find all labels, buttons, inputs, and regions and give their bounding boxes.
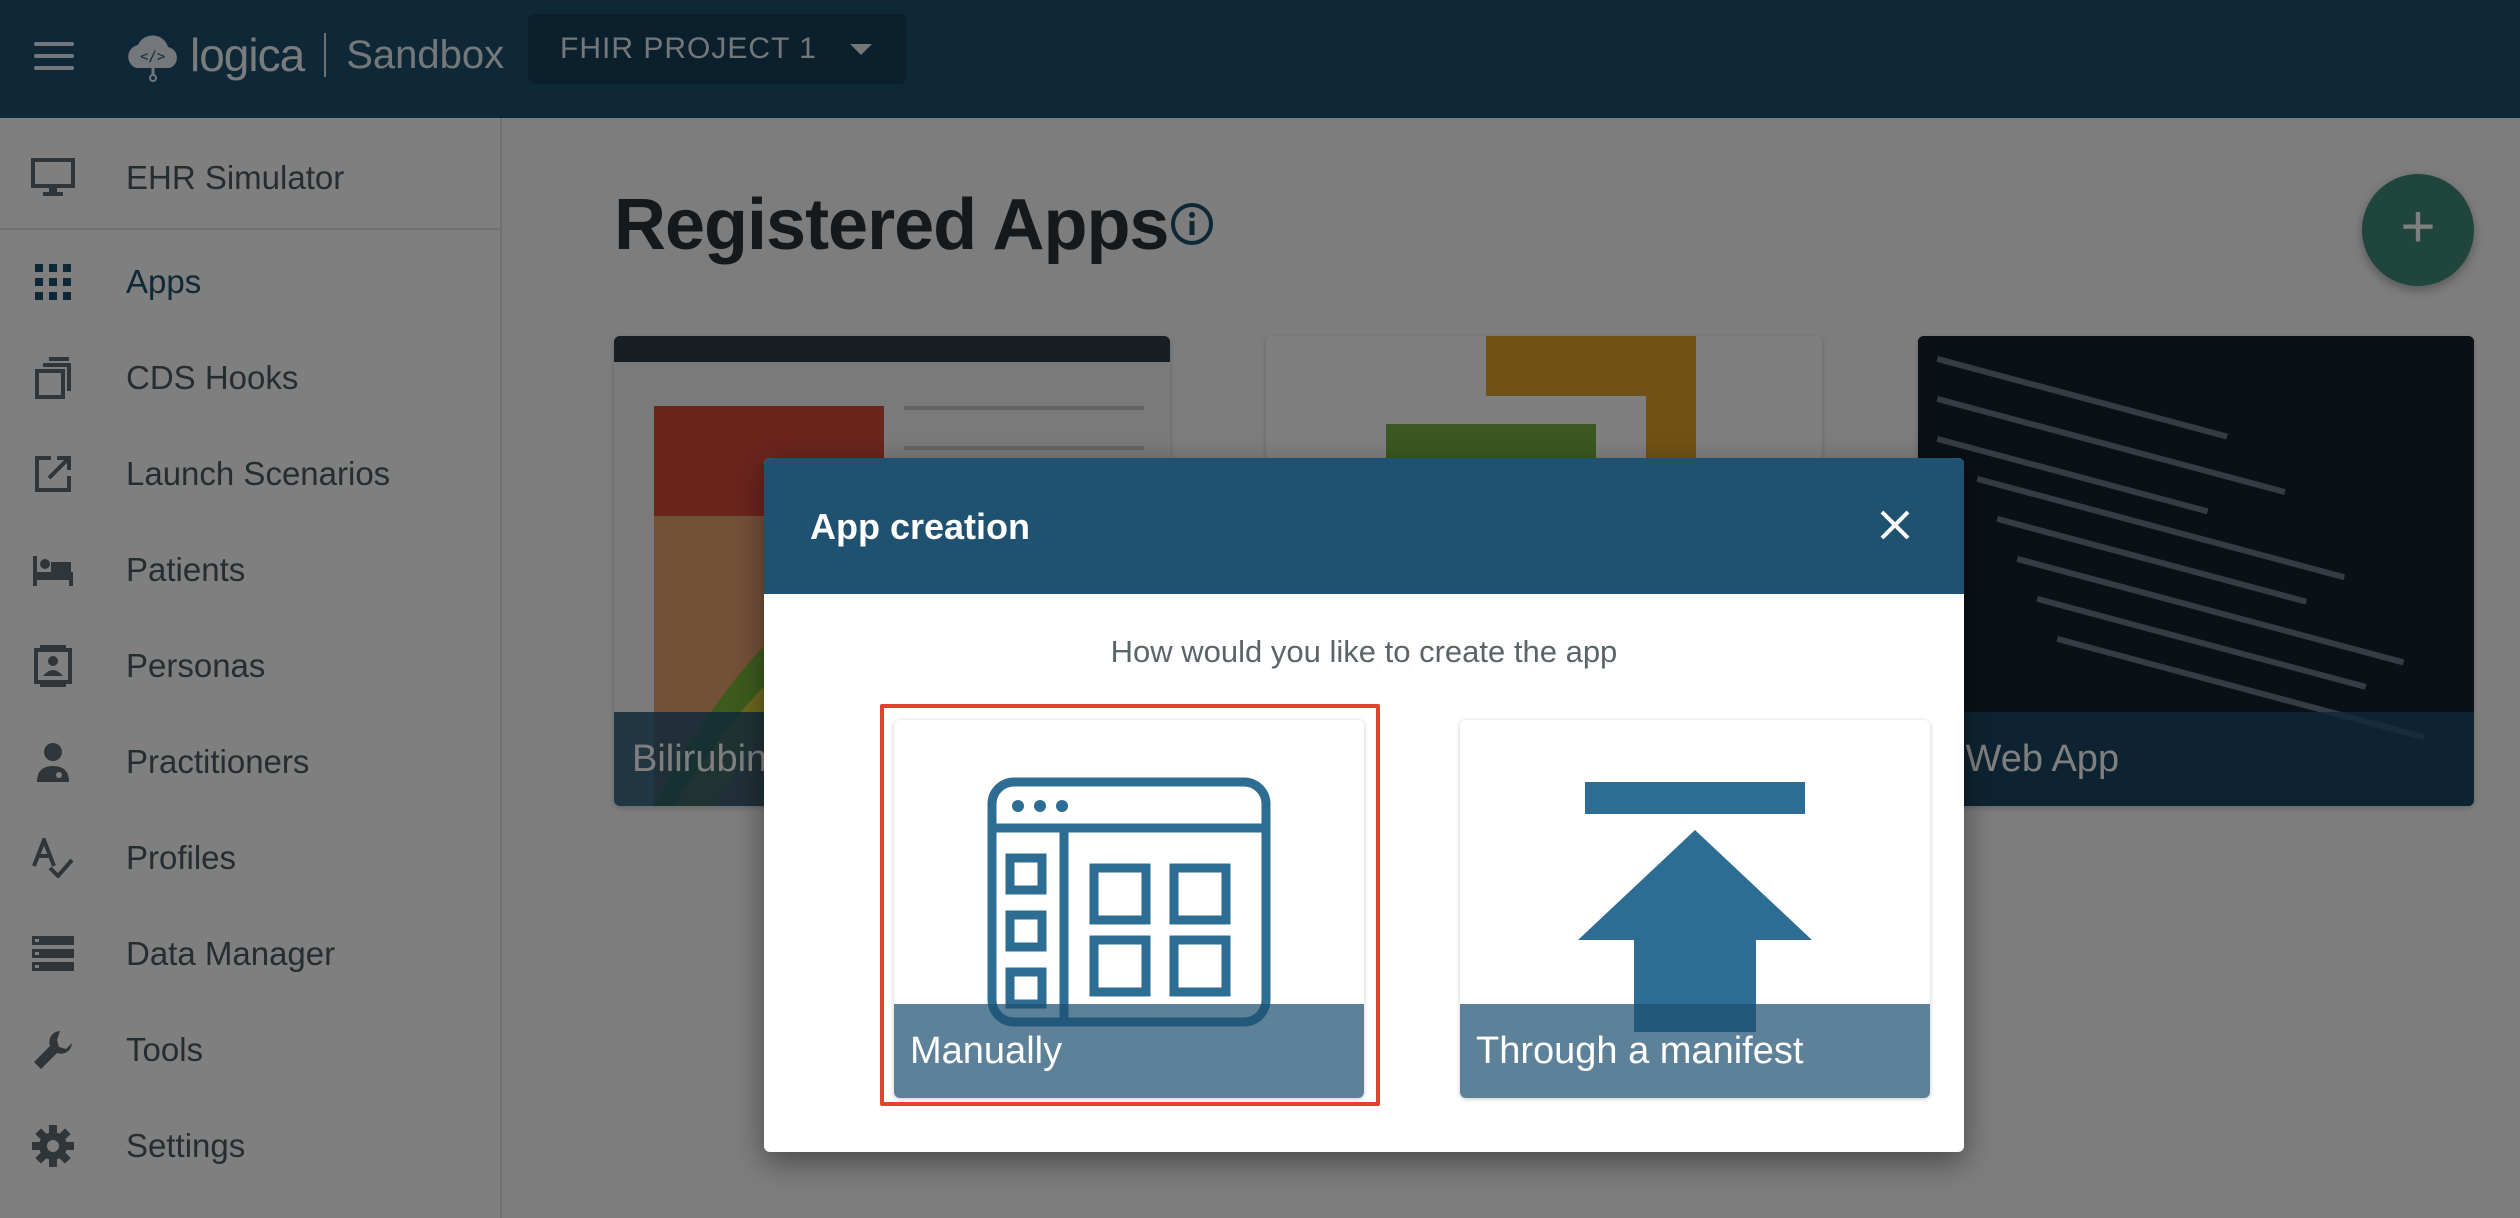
manifest-option-label: Through a manifest xyxy=(1460,1004,1930,1098)
dialog-question: How would you like to create the app xyxy=(1110,634,1618,669)
manual-option-button[interactable]: Manually xyxy=(894,720,1364,1098)
manual-option-label: Manually xyxy=(894,1004,1364,1098)
manifest-option-button[interactable]: Through a manifest xyxy=(1460,720,1930,1098)
app-creation-dialog: App creation How would you like to creat… xyxy=(764,458,1964,1152)
dialog-title: App creation xyxy=(810,506,1031,547)
dialog-header: App creation xyxy=(764,458,1964,594)
close-icon[interactable] xyxy=(1872,502,1918,548)
